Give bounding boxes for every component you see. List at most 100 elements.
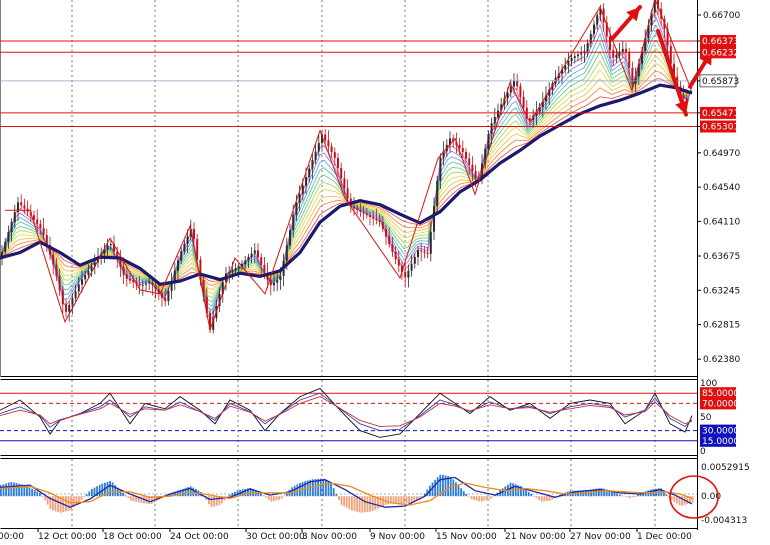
macd-histogram-bar	[343, 496, 345, 507]
macd-histogram-bar	[525, 490, 527, 497]
macd-histogram-bar	[486, 496, 488, 500]
candle-body	[337, 158, 339, 168]
candle-body	[586, 43, 589, 52]
macd-histogram-bar	[5, 483, 7, 497]
candle-body	[145, 283, 147, 285]
macd-histogram-bar	[91, 489, 93, 497]
macd-histogram-bar	[348, 496, 351, 510]
candle-body	[490, 123, 493, 134]
macd-histogram-bar	[478, 496, 481, 502]
candle-body	[391, 244, 394, 252]
macd-histogram-bar	[436, 477, 439, 497]
candle-body	[682, 95, 685, 99]
candle-body	[154, 285, 157, 290]
candle-body	[388, 236, 391, 245]
macd-histogram-bar	[681, 496, 683, 506]
price-panel: 0.66700 0.663730.66232 0.65873 0.65471 0.653…	[0, 0, 740, 365]
candle-body	[81, 279, 83, 285]
macd-histogram-bar	[468, 496, 470, 497]
candle-body	[279, 276, 282, 281]
candle-body	[13, 212, 16, 223]
macd-histogram-bar	[273, 496, 275, 502]
price-tick-label: 0.66700	[703, 11, 740, 21]
current-price-tag-label: 0.65873	[702, 77, 739, 87]
macd-histogram-bar	[322, 479, 325, 497]
time-tick-label: 24 Oct 00:00	[170, 532, 229, 542]
candle-body	[164, 297, 167, 302]
candle-body	[276, 280, 279, 283]
macd-histogram-bar	[533, 495, 535, 497]
macd-histogram-bar	[83, 496, 85, 498]
macd-histogram-bar	[460, 488, 462, 497]
macd-histogram-bar	[621, 495, 624, 497]
price-tag-label: 0.65471	[702, 109, 739, 119]
candle-body	[237, 266, 240, 269]
macd-histogram-bar	[267, 496, 270, 500]
candle-body	[58, 276, 61, 291]
candle-body	[359, 210, 362, 212]
candle-body	[353, 206, 355, 209]
macd-histogram-bar	[26, 486, 28, 497]
candle-body	[474, 171, 477, 178]
candle-body	[580, 52, 583, 55]
candle-body	[186, 236, 189, 244]
candle-body	[250, 253, 253, 258]
candle-body	[458, 144, 461, 149]
candle-body	[397, 259, 400, 266]
candle-body	[36, 219, 39, 224]
time-tick-label: 00:00	[0, 532, 24, 542]
macd-histogram-bar	[473, 496, 475, 500]
macd-histogram-bar	[483, 496, 486, 501]
candle-body	[253, 250, 256, 254]
candle-body	[20, 202, 23, 206]
candle-body	[52, 254, 55, 265]
candle-body	[173, 270, 176, 281]
candle-body	[74, 291, 77, 299]
macd-histogram-bar	[538, 496, 540, 501]
macd-histogram-bar	[88, 491, 91, 497]
candle-body	[295, 202, 298, 215]
candle-body	[180, 251, 183, 261]
macd-axis: 0.00529150.00-0.004313	[701, 463, 750, 526]
macd-histogram-bar	[665, 494, 668, 497]
oscillator-lines	[0, 387, 693, 438]
macd-histogram-bar	[540, 496, 543, 502]
macd-histogram-bar	[374, 496, 377, 510]
price-tag-label: 0.65301	[702, 123, 739, 133]
macd-histogram-bar	[140, 496, 143, 503]
candle-body	[436, 180, 439, 207]
candle-body	[263, 264, 266, 273]
macd-histogram-bar	[356, 496, 358, 512]
macd-histogram-bar	[65, 496, 67, 512]
macd-histogram-bar	[80, 496, 83, 500]
candle-body	[385, 228, 387, 237]
candle-body	[119, 259, 122, 267]
candle-body	[231, 270, 234, 272]
price-tick-label: 0.64540	[703, 183, 740, 193]
macd-histogram-bar	[475, 496, 478, 501]
candle-body	[410, 263, 413, 271]
candle-body	[465, 152, 467, 159]
candle-body	[87, 270, 90, 276]
macd-histogram-bar	[470, 496, 473, 500]
macd-histogram-bar	[364, 496, 366, 513]
macd-histogram-bar	[546, 496, 548, 502]
candle-body	[369, 215, 371, 217]
macd-histogram-bar	[2, 484, 5, 497]
candle-body	[631, 67, 634, 84]
candle-body	[625, 48, 627, 52]
candle-body	[324, 134, 327, 141]
macd-histogram-bar	[631, 496, 634, 498]
price-tick-label: 0.62380	[703, 355, 740, 365]
candle-body	[487, 134, 490, 149]
candle-body	[420, 250, 423, 252]
macd-histogram-bar	[335, 494, 338, 497]
candle-body	[125, 274, 128, 279]
macd-histogram-bar	[130, 496, 132, 501]
oscillator-panel: 10085.000070.00005030.000015.00000	[0, 379, 739, 457]
macd-histogram-bar	[390, 496, 392, 503]
macd-histogram-bar	[10, 482, 13, 497]
macd-histogram-bar	[325, 480, 327, 497]
candle-body	[45, 235, 48, 245]
macd-histogram-bar	[127, 496, 130, 498]
